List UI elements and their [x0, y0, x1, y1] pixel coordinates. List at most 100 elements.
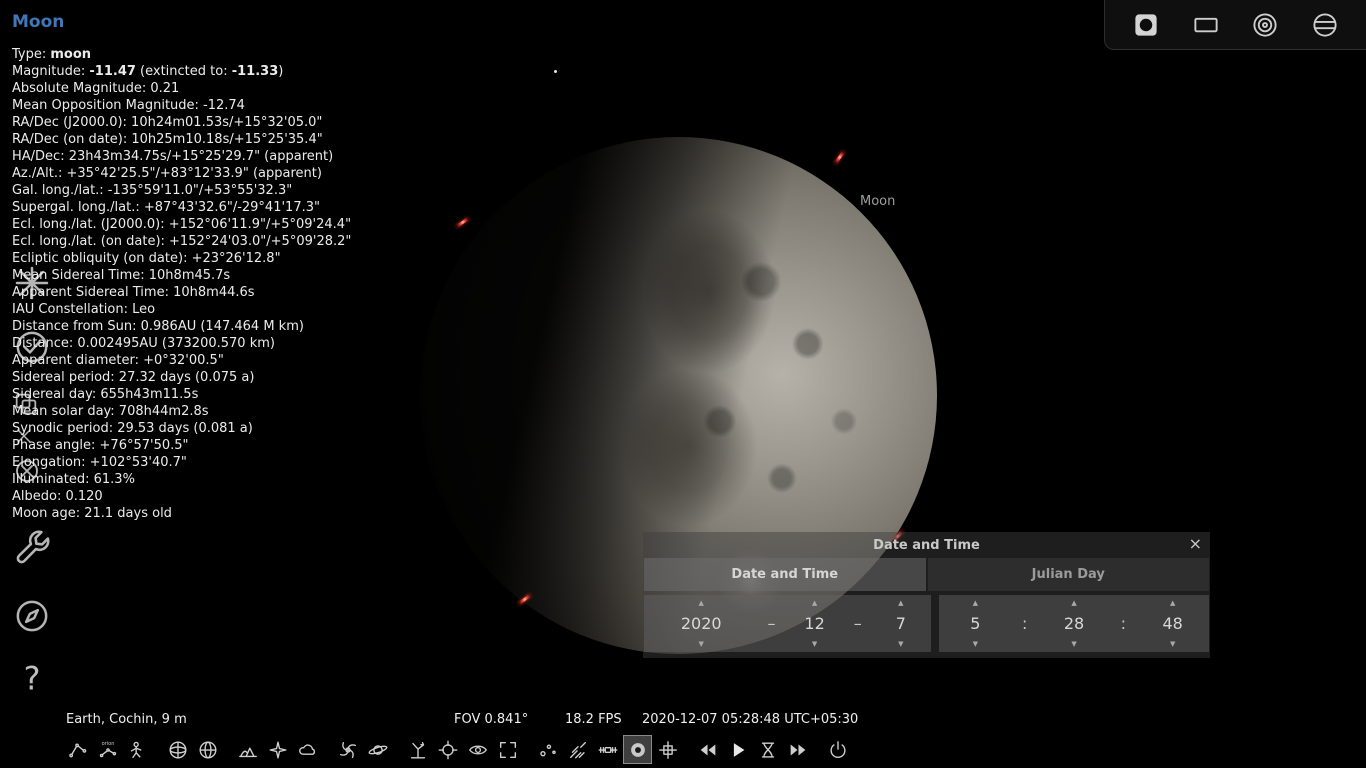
configuration-window-icon[interactable]	[12, 526, 54, 568]
exoplanets-button[interactable]	[534, 736, 561, 763]
equatorial-grid-button[interactable]	[164, 736, 191, 763]
cardinal-points-button[interactable]	[264, 736, 291, 763]
day-value: 7	[896, 614, 906, 633]
fullscreen-button[interactable]	[494, 736, 521, 763]
info-line: Illuminated: 61.3%	[12, 471, 351, 488]
spin-up-icon[interactable]: ▲	[1071, 599, 1076, 607]
moon-label: Moon	[860, 194, 895, 209]
constellation-labels-button[interactable]: orion	[94, 736, 121, 763]
info-line: Albedo: 0.120	[12, 488, 351, 505]
time-rewind-button[interactable]	[694, 736, 721, 763]
meteor-streak	[834, 150, 845, 164]
second-value: 48	[1163, 614, 1183, 633]
tab-date-and-time[interactable]: Date and Time	[644, 558, 926, 591]
time-separator: :	[1012, 595, 1038, 652]
spin-up-icon[interactable]: ▲	[973, 599, 978, 607]
time-now-button[interactable]	[754, 736, 781, 763]
time-separator: :	[1110, 595, 1136, 652]
mount-switch-button[interactable]	[404, 736, 431, 763]
datetime-spinners: ▲ 2020 ▼ – ▲ 12 ▼ – ▲ 7 ▼	[643, 595, 1210, 652]
help-window-icon[interactable]: ?	[12, 658, 52, 698]
spin-down-icon[interactable]: ▼	[1071, 640, 1076, 648]
info-line: Mean solar day: 708h44m2.8s	[12, 403, 351, 420]
info-line: Type: moon	[12, 46, 351, 63]
ocular-view-toggle-button[interactable]	[1128, 7, 1164, 43]
spin-down-icon[interactable]: ▼	[812, 640, 817, 648]
year-spinner: ▲ 2020 ▼	[644, 595, 758, 652]
ocular-settings-button[interactable]	[1307, 7, 1343, 43]
date-separator: –	[758, 595, 784, 652]
star-dot	[554, 70, 557, 73]
datetime-dialog-titlebar[interactable]: Date and Time ×	[643, 532, 1210, 558]
time-forward-button[interactable]	[784, 736, 811, 763]
info-line: Distance from Sun: 0.986AU (147.464 M km…	[12, 318, 351, 335]
spin-up-icon[interactable]: ▲	[812, 599, 817, 607]
ocular-view-button[interactable]	[624, 736, 651, 763]
info-line: Absolute Magnitude: 0.21	[12, 80, 351, 97]
tab-julian-day[interactable]: Julian Day	[928, 558, 1210, 591]
stellarium-screen: Moon Moon Type: moonMagnitude: -11.47 (e…	[0, 0, 1366, 768]
status-fps: 18.2 FPS	[565, 712, 622, 727]
info-line: Gal. long./lat.: -135°59'11.0"/+53°55'32…	[12, 182, 351, 199]
info-line: Mean Sidereal Time: 10h8m45.7s	[12, 267, 351, 284]
location-window-icon[interactable]	[12, 596, 52, 636]
second-spinner: ▲ 48 ▼	[1136, 595, 1209, 652]
sensor-frame-toggle-button[interactable]	[1188, 7, 1224, 43]
meteor-showers-button[interactable]	[564, 736, 591, 763]
month-value: 12	[804, 614, 824, 633]
info-line: Ecliptic obliquity (on date): +23°26'12.…	[12, 250, 351, 267]
spin-down-icon[interactable]: ▼	[973, 640, 978, 648]
night-mode-button[interactable]	[464, 736, 491, 763]
bottom-toolbar: orion	[60, 731, 872, 768]
hour-value: 5	[970, 614, 980, 633]
svg-text:orion: orion	[101, 740, 114, 746]
info-line: Phase angle: +76°57'50.5"	[12, 437, 351, 454]
spin-down-icon[interactable]: ▼	[898, 640, 903, 648]
constellation-art-button[interactable]	[124, 736, 151, 763]
spin-up-icon[interactable]: ▲	[898, 599, 903, 607]
quit-button[interactable]	[824, 736, 851, 763]
telrad-toggle-button[interactable]	[1247, 7, 1283, 43]
azimuthal-grid-button[interactable]	[194, 736, 221, 763]
datetime-dialog-tabs: Date and Time Julian Day	[643, 558, 1210, 591]
year-value: 2020	[681, 614, 722, 633]
month-spinner: ▲ 12 ▼	[784, 595, 844, 652]
status-datetime: 2020-12-07 05:28:48 UTC+05:30	[642, 712, 858, 727]
constellation-lines-button[interactable]	[64, 736, 91, 763]
center-on-object-button[interactable]	[434, 736, 461, 763]
object-info-panel: Moon Type: moonMagnitude: -11.47 (extinc…	[12, 12, 351, 522]
info-lines: Type: moonMagnitude: -11.47 (extincted t…	[12, 46, 351, 522]
info-line: Magnitude: -11.47 (extincted to: -11.33)	[12, 63, 351, 80]
hour-spinner: ▲ 5 ▼	[939, 595, 1012, 652]
deep-sky-objects-button[interactable]	[334, 736, 361, 763]
spin-down-icon[interactable]: ▼	[1170, 640, 1175, 648]
atmosphere-button[interactable]	[294, 736, 321, 763]
status-bar: Earth, Cochin, 9 m FOV 0.841° 18.2 FPS 2…	[60, 709, 872, 731]
info-line: IAU Constellation: Leo	[12, 301, 351, 318]
status-fov: FOV 0.841°	[454, 712, 528, 727]
info-line: Apparent Sidereal Time: 10h8m44.6s	[12, 284, 351, 301]
info-line: RA/Dec (on date): 10h25m10.18s/+15°25'35…	[12, 131, 351, 148]
ground-button[interactable]	[234, 736, 261, 763]
info-line: Elongation: +102°53'40.7"	[12, 454, 351, 471]
object-title: Moon	[12, 12, 351, 32]
date-spinner-group: ▲ 2020 ▼ – ▲ 12 ▼ – ▲ 7 ▼	[644, 595, 931, 652]
close-icon[interactable]: ×	[1189, 534, 1202, 553]
spin-up-icon[interactable]: ▲	[699, 599, 704, 607]
info-line: RA/Dec (J2000.0): 10h24m01.53s/+15°32'05…	[12, 114, 351, 131]
time-spinner-group: ▲ 5 ▼ : ▲ 28 ▼ : ▲ 48 ▼	[939, 595, 1209, 652]
spin-down-icon[interactable]: ▼	[699, 640, 704, 648]
sensor-frame-button[interactable]	[654, 736, 681, 763]
planets-labels-button[interactable]	[364, 736, 391, 763]
info-line: Distance: 0.002495AU (373200.570 km)	[12, 335, 351, 352]
info-line: Ecl. long./lat. (on date): +152°24'03.0"…	[12, 233, 351, 250]
info-line: Apparent diameter: +0°32'00.5"	[12, 352, 351, 369]
spin-up-icon[interactable]: ▲	[1170, 599, 1175, 607]
time-play-button[interactable]	[724, 736, 751, 763]
info-line: Moon age: 21.1 days old	[12, 505, 351, 522]
satellites-button[interactable]	[594, 736, 621, 763]
status-location: Earth, Cochin, 9 m	[66, 712, 187, 727]
minute-spinner: ▲ 28 ▼	[1038, 595, 1111, 652]
day-spinner: ▲ 7 ▼	[871, 595, 931, 652]
datetime-dialog: Date and Time × Date and Time Julian Day…	[643, 532, 1210, 658]
